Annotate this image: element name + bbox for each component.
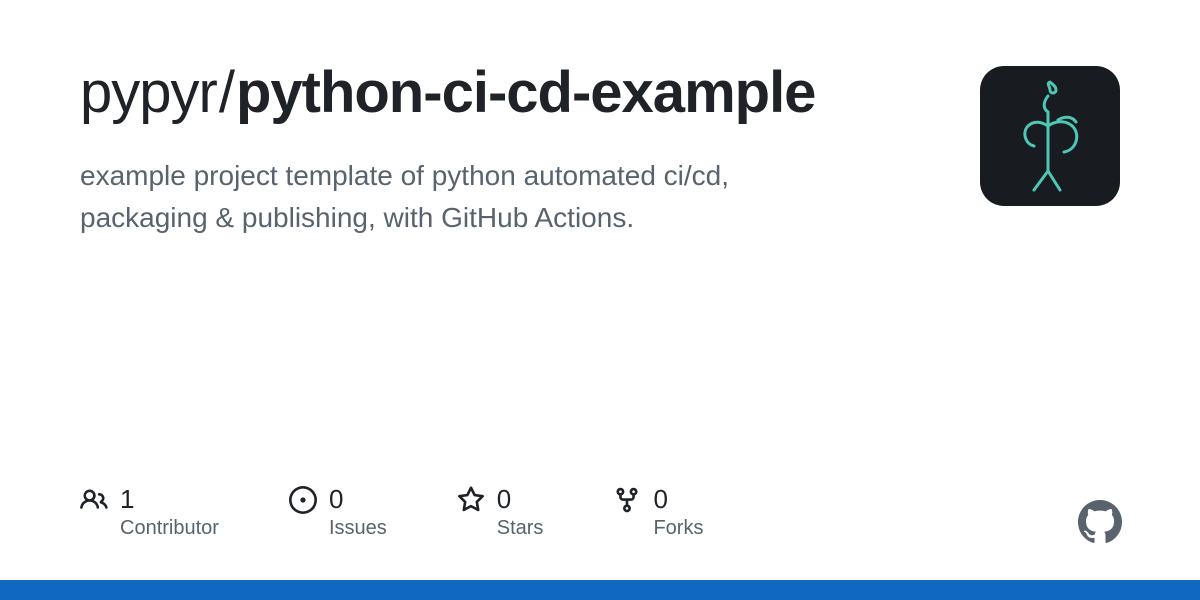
avatar[interactable] [980,66,1120,206]
github-logo-icon[interactable] [1078,500,1122,544]
slash-separator: / [219,60,234,125]
repo-description: example project template of python autom… [80,155,800,239]
repo-name-part-2[interactable]: ci [442,60,488,125]
issues-value: 0 [329,484,387,515]
contributors-value: 1 [120,484,219,515]
fork-icon [613,486,641,514]
repo-name-part-3: - [488,60,506,125]
stars-value: 0 [497,484,544,515]
repo-title: pypyr/python-ci-cd-example [80,60,840,127]
stat-forks[interactable]: 0 Forks [613,484,703,540]
stats-row: 1 Contributor 0 Issues 0 Stars 0 Forks [80,484,703,540]
contributors-label: Contributor [120,517,219,540]
forks-value: 0 [653,484,703,515]
repo-name-part-4[interactable]: cd [506,60,572,125]
repo-owner[interactable]: pypyr [80,60,217,125]
stat-stars[interactable]: 0 Stars [457,484,544,540]
stat-issues[interactable]: 0 Issues [289,484,387,540]
repo-name-part-6[interactable]: example [590,60,815,125]
forks-label: Forks [653,517,703,540]
issues-label: Issues [329,517,387,540]
repo-name-part-0[interactable]: python [236,60,423,125]
star-icon [457,486,485,514]
people-icon [80,486,108,514]
stars-label: Stars [497,517,544,540]
issue-icon [289,486,317,514]
pypyr-logo-icon [1000,76,1100,196]
accent-bar [0,580,1200,600]
stat-contributors[interactable]: 1 Contributor [80,484,219,540]
repo-name-part-5: - [572,60,590,125]
repo-name-part-1: - [423,60,441,125]
